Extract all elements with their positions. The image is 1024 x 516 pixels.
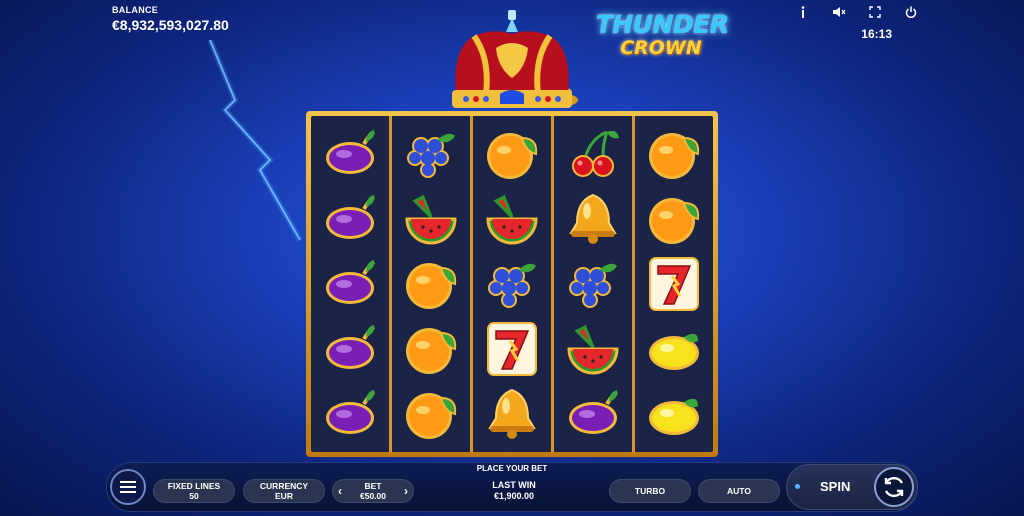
grapes-symbol (392, 122, 470, 187)
balance-value: €8,932,593,027.80 (112, 17, 229, 33)
balance-display: BALANCE €8,932,593,027.80 (112, 5, 229, 33)
fixed-lines-label: FIXED LINES (167, 481, 221, 491)
logo-line-1: THUNDER (596, 10, 729, 39)
logo-line-2: CROWN (620, 37, 702, 59)
plum-symbol (311, 316, 389, 381)
menu-button[interactable] (110, 469, 146, 505)
fixed-lines-value: 50 (189, 491, 199, 501)
bell-symbol (554, 187, 632, 252)
seven-symbol (635, 252, 713, 317)
watermelon-symbol (554, 316, 632, 381)
orange-symbol (635, 187, 713, 252)
currency-label: CURRENCY (259, 481, 309, 491)
orange-symbol (635, 122, 713, 187)
lemon-symbol (635, 316, 713, 381)
balance-label: BALANCE (112, 5, 159, 15)
seven-symbol (473, 316, 551, 381)
reel-grid (311, 116, 713, 452)
lemon-symbol (635, 381, 713, 446)
spin-indicator-dot (795, 484, 800, 489)
top-toolbar (796, 5, 918, 19)
bet-label: BET (364, 481, 382, 491)
menu-icon-line (120, 491, 136, 493)
mute-icon[interactable] (832, 5, 846, 19)
last-win-display: LAST WIN €1,900.00 (470, 480, 558, 502)
bet-increase-button[interactable]: › (404, 485, 408, 497)
bet-value: €50.00 (360, 491, 386, 501)
info-icon[interactable] (796, 5, 810, 19)
plum-symbol (311, 381, 389, 446)
fullscreen-icon[interactable] (868, 5, 882, 19)
reel-column (311, 116, 392, 452)
crown-decoration (452, 10, 578, 108)
turbo-button[interactable]: TURBO (609, 479, 691, 503)
orange-symbol (392, 252, 470, 317)
power-icon[interactable] (904, 5, 918, 19)
menu-icon-line (120, 486, 136, 488)
plum-symbol (554, 381, 632, 446)
reel-column (392, 116, 473, 452)
clock: 16:13 (861, 27, 892, 41)
reel-column (635, 116, 713, 452)
watermelon-symbol (392, 187, 470, 252)
auto-button[interactable]: AUTO (698, 479, 780, 503)
grapes-symbol (554, 252, 632, 317)
grapes-symbol (473, 252, 551, 317)
reel-column (554, 116, 635, 452)
reel-column (473, 116, 554, 452)
menu-icon-line (120, 481, 136, 483)
currency-selector[interactable]: CURRENCY EUR (243, 479, 325, 503)
plum-symbol (311, 252, 389, 317)
spin-button[interactable] (874, 467, 914, 507)
refresh-icon (884, 476, 904, 498)
spin-label[interactable]: SPIN (820, 479, 850, 494)
last-win-label: LAST WIN (492, 480, 536, 490)
fixed-lines-display: FIXED LINES 50 (153, 479, 235, 503)
bell-symbol (473, 381, 551, 446)
cherry-symbol (554, 122, 632, 187)
reel-frame (306, 111, 718, 457)
turbo-label: TURBO (634, 486, 666, 496)
plum-symbol (311, 122, 389, 187)
orange-symbol (392, 316, 470, 381)
orange-symbol (473, 122, 551, 187)
game-logo: THUNDER CROWN (596, 10, 729, 59)
bet-selector: ‹ BET €50.00 › (332, 479, 414, 503)
plum-symbol (311, 187, 389, 252)
last-win-value: €1,900.00 (493, 491, 535, 501)
watermelon-symbol (473, 187, 551, 252)
auto-label: AUTO (727, 486, 751, 496)
bet-decrease-button[interactable]: ‹ (338, 485, 342, 497)
currency-value: EUR (275, 491, 293, 501)
orange-symbol (392, 381, 470, 446)
